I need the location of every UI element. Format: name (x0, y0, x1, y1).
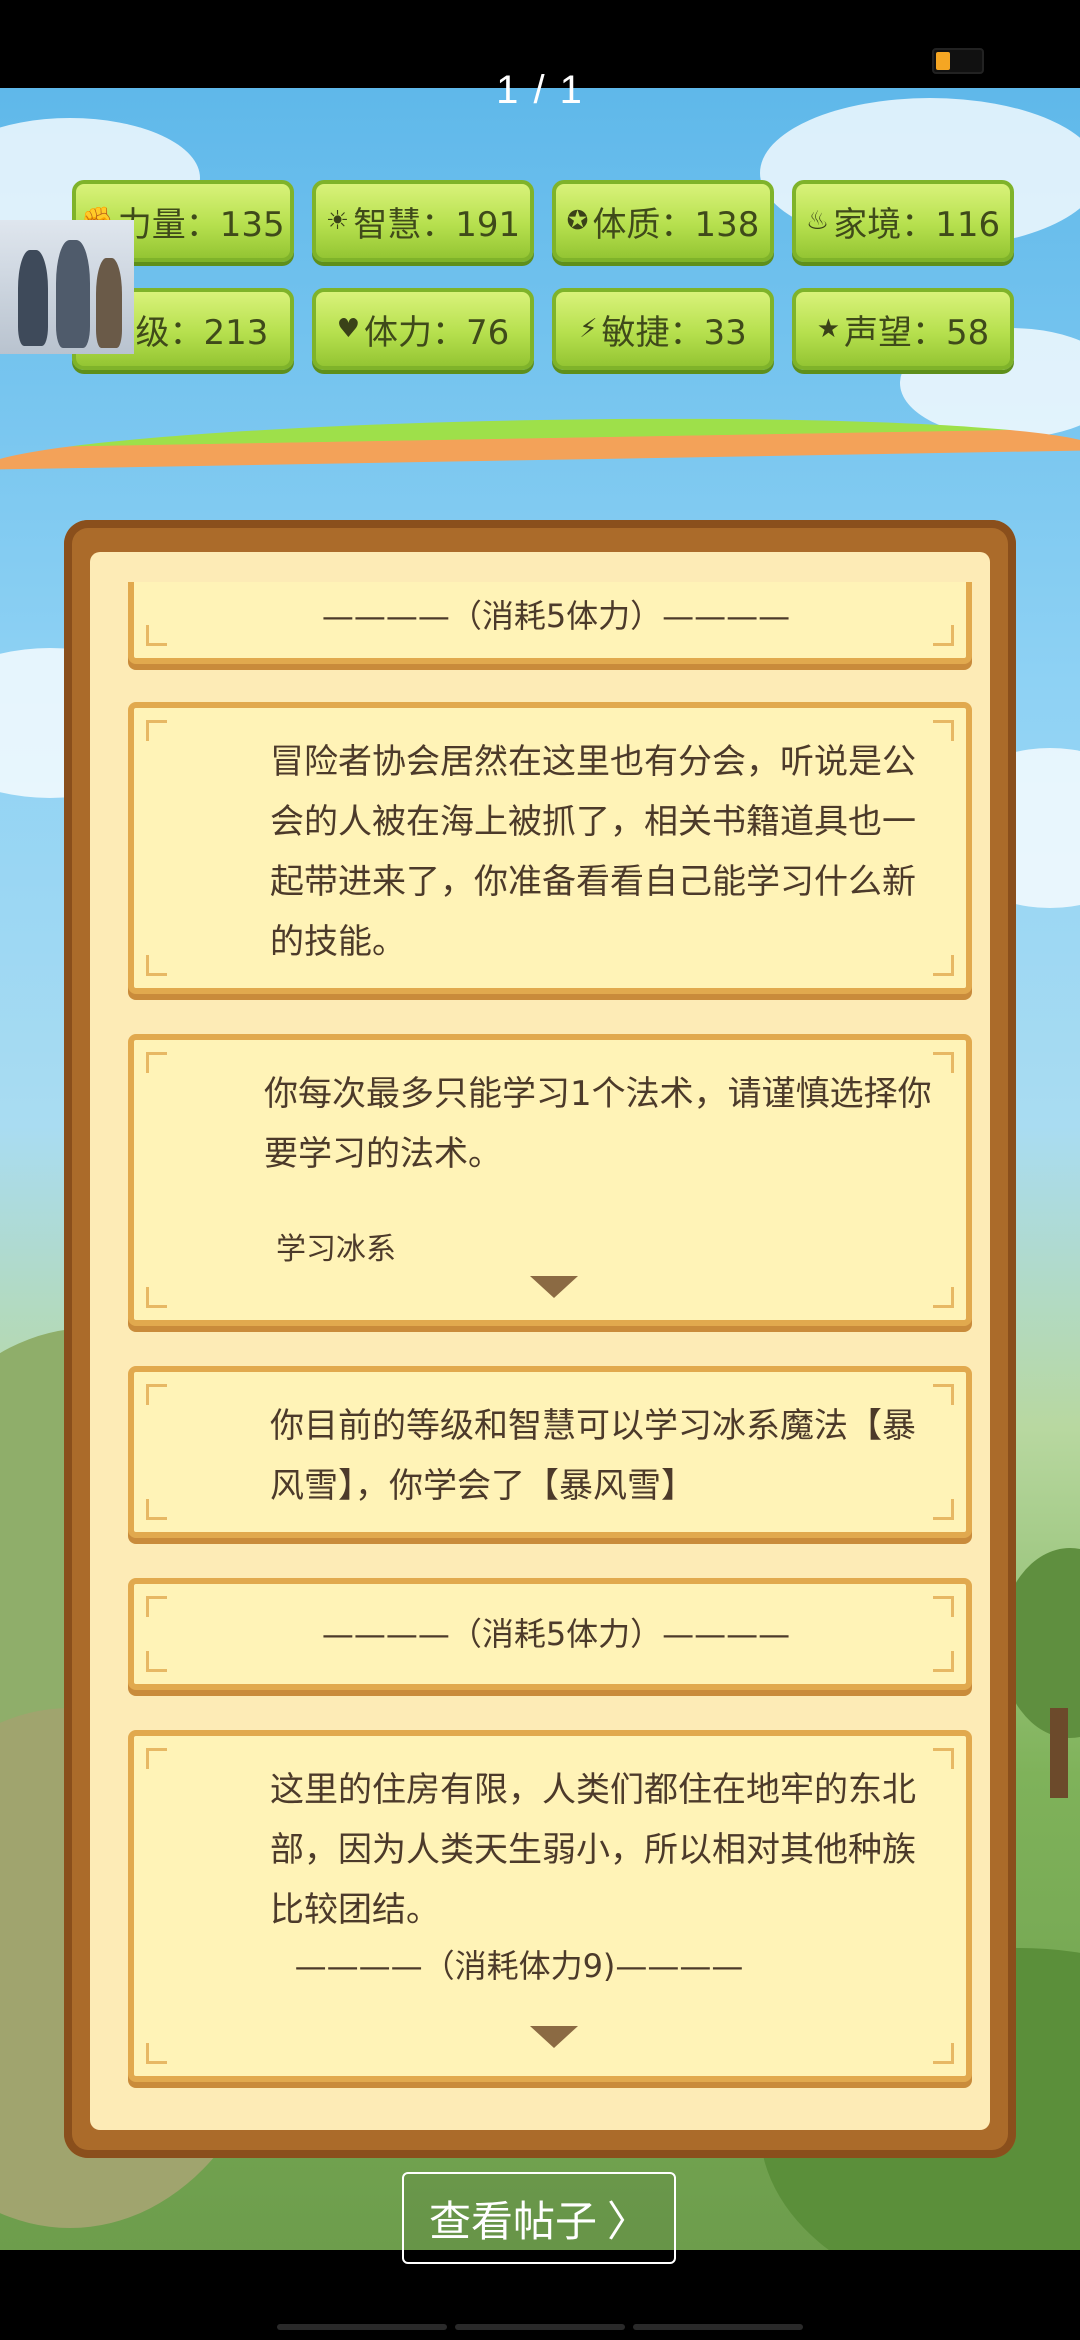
cost-divider: ————（消耗5体力）———— (321, 1615, 791, 1653)
choice-option[interactable]: 学习冰系 (276, 1224, 396, 1268)
stat-reputation: ★ 声望：58 (792, 288, 1014, 370)
event-text: 这里的住房有限，人类们都住在地牢的东北部，因为人类天生弱小，所以相对其他种族比较… (270, 1770, 916, 1930)
expand-arrow-icon[interactable] (530, 1276, 578, 1298)
log-card-event: 你目前的等级和智慧可以学习冰系魔法【暴风雪】，你学会了【暴风雪】 (128, 1366, 972, 1538)
stat-stamina: ♥ 体力：76 (312, 288, 534, 370)
event-text: 你目前的等级和智慧可以学习冰系魔法【暴风雪】，你学会了【暴风雪】 (270, 1406, 916, 1506)
stat-constitution: ✪ 体质：138 (552, 180, 774, 262)
stat-label: 体力：76 (364, 312, 510, 353)
family-icon: ♨ (805, 206, 830, 236)
expand-arrow-icon[interactable] (530, 2026, 578, 2048)
constitution-icon: ✪ (566, 206, 589, 236)
stat-label: 体质：138 (592, 204, 760, 245)
view-post-label: 查看帖子 (428, 2196, 597, 2246)
view-post-button[interactable]: 查看帖子 〉 (402, 2172, 676, 2264)
log-card-divider: ————（消耗5体力）———— (128, 1578, 972, 1690)
chevron-right-icon: 〉 (607, 2196, 650, 2246)
stat-label: 声望：58 (844, 312, 990, 353)
stat-label: 力量：135 (117, 204, 285, 245)
log-card-divider: ————（消耗5体力）———— (128, 582, 972, 664)
stamina-icon: ♥ (336, 314, 361, 344)
cost-divider: ————（消耗体力9)———— (294, 1947, 744, 1985)
stat-agility: ⚡ 敏捷：33 (552, 288, 774, 370)
log-card-event: 冒险者协会居然在这里也有分会，听说是公会的人被在海上被抓了，相关书籍道具也一起带… (128, 702, 972, 994)
stat-family: ♨ 家境：116 (792, 180, 1014, 262)
stat-label: 智慧：191 (353, 204, 521, 245)
stat-wisdom: ☀ 智慧：191 (312, 180, 534, 262)
agility-icon: ⚡ (579, 314, 598, 344)
home-indicator (0, 2324, 1080, 2334)
page-indicator: 1 / 1 (496, 68, 584, 112)
floating-avatar[interactable] (0, 220, 134, 354)
event-text: 冒险者协会居然在这里也有分会，听说是公会的人被在海上被抓了，相关书籍道具也一起带… (270, 742, 916, 962)
event-text: 你每次最多只能学习1个法术，请谨慎选择你要学习的法术。 (264, 1074, 932, 1174)
log-card-event: 这里的住房有限，人类们都住在地牢的东北部，因为人类天生弱小，所以相对其他种族比较… (128, 1730, 972, 2082)
reputation-icon: ★ (816, 314, 841, 344)
battery-icon (932, 48, 984, 74)
log-card-choice: 你每次最多只能学习1个法术，请谨慎选择你要学习的法术。 学习冰系 (128, 1034, 972, 1326)
cost-divider: ————（消耗5体力）———— (321, 597, 791, 635)
stat-label: 敏捷：33 (601, 312, 747, 353)
stat-label: 家境：116 (833, 204, 1001, 245)
wisdom-icon: ☀ (325, 206, 350, 236)
event-log[interactable]: ————（消耗5体力）———— 冒险者协会居然在这里也有分会，听说是公会的人被在… (128, 582, 972, 2092)
